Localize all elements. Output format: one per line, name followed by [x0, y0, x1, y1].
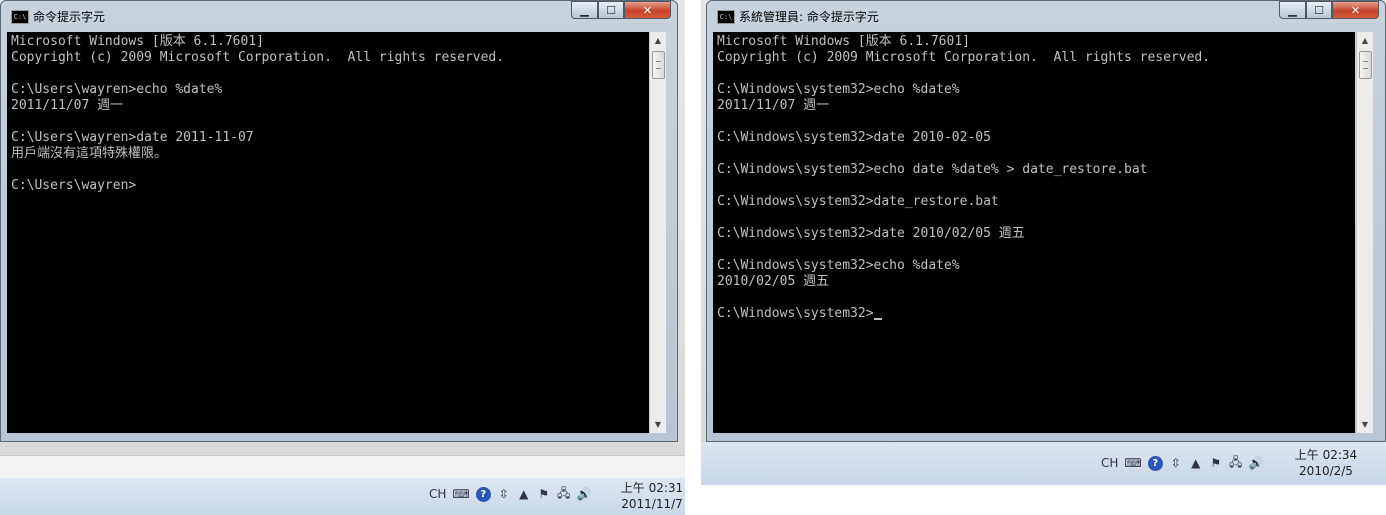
right-console-text: Microsoft Windows [版本 6.1.7601] Copyrigh…: [713, 32, 1355, 322]
right-taskbar: CH ⌨ ? ⇳ ▲ ⚑ 🖧 🔊 上午 02:34 2010/2/5: [701, 442, 1386, 485]
right-system-tray: CH ⌨ ? ⇳ ▲ ⚑ 🖧 🔊: [1101, 455, 1264, 471]
minimize-button[interactable]: ▁: [571, 1, 598, 19]
left-vertical-scrollbar[interactable]: ▲ ▼: [649, 32, 666, 433]
left-clock-time: 上午 02:31: [620, 481, 684, 495]
network-icon[interactable]: 🖧: [557, 486, 571, 502]
right-clock-time: 上午 02:34: [1294, 448, 1358, 462]
console-line: C:\Windows\system32>date 2010/02/05 週五: [717, 226, 1025, 241]
right-titlebar[interactable]: C:\ 系統管理員: 命令提示字元 ▁ ☐ ✕: [707, 1, 1385, 31]
console-line: 2011/11/07 週一: [717, 98, 830, 113]
console-line: C:\Users\wayren>date 2011-11-07: [11, 130, 254, 145]
action-center-flag-icon[interactable]: ⚑: [537, 486, 551, 502]
left-taskbar: CH ⌨ ? ⇳ ▲ ⚑ 🖧 🔊 上午 02:31 2011/11/7: [0, 478, 685, 515]
left-cmd-window: C:\ 命令提示字元 ▁ ☐ ✕ Microsoft Windows [版本 6…: [0, 0, 678, 442]
right-vertical-scrollbar[interactable]: ▲ ▼: [1356, 32, 1373, 433]
left-window-controls: ▁ ☐ ✕: [571, 1, 671, 19]
left-console-text: Microsoft Windows [版本 6.1.7601] Copyrigh…: [7, 32, 649, 194]
close-button[interactable]: ✕: [1332, 1, 1379, 19]
keyboard-icon[interactable]: ⌨: [452, 486, 469, 502]
volume-icon[interactable]: 🔊: [1249, 455, 1264, 471]
left-system-tray: CH ⌨ ? ⇳ ▲ ⚑ 🖧 🔊: [429, 486, 592, 502]
console-line: C:\Windows\system32>: [717, 306, 874, 321]
scroll-down-arrow-icon[interactable]: ▼: [1357, 416, 1373, 433]
console-line: 用戶端沒有這項特殊權限。: [11, 146, 168, 161]
show-hidden-icons-icon[interactable]: ▲: [1189, 455, 1203, 471]
console-line: Copyright (c) 2009 Microsoft Corporation…: [11, 50, 505, 65]
console-line: C:\Windows\system32>date_restore.bat: [717, 194, 999, 209]
ime-settings-icon[interactable]: ⇳: [497, 486, 511, 502]
maximize-button[interactable]: ☐: [598, 1, 624, 19]
right-window-title: 系統管理員: 命令提示字元: [739, 10, 879, 24]
maximize-button[interactable]: ☐: [1306, 1, 1332, 19]
right-screenshot: C:\ 系統管理員: 命令提示字元 ▁ ☐ ✕ Microsoft Window…: [701, 0, 1386, 485]
action-center-flag-icon[interactable]: ⚑: [1209, 455, 1223, 471]
ime-settings-icon[interactable]: ⇳: [1169, 455, 1183, 471]
keyboard-icon[interactable]: ⌨: [1124, 455, 1141, 471]
network-icon[interactable]: 🖧: [1229, 455, 1243, 471]
left-screenshot: C:\ 命令提示字元 ▁ ☐ ✕ Microsoft Windows [版本 6…: [0, 0, 685, 515]
right-cmd-window: C:\ 系統管理員: 命令提示字元 ▁ ☐ ✕ Microsoft Window…: [706, 0, 1386, 442]
text-cursor: [873, 318, 882, 320]
console-line: 2010/02/05 週五: [717, 274, 830, 289]
language-indicator[interactable]: CH: [429, 486, 446, 502]
console-line: 2011/11/07 週一: [11, 98, 124, 113]
console-line: Copyright (c) 2009 Microsoft Corporation…: [717, 50, 1211, 65]
console-line: C:\Users\wayren>: [11, 178, 137, 193]
volume-icon[interactable]: 🔊: [577, 486, 592, 502]
right-clock-date: 2010/2/5: [1299, 464, 1353, 478]
scroll-up-arrow-icon[interactable]: ▲: [650, 32, 666, 49]
scroll-up-arrow-icon[interactable]: ▲: [1357, 32, 1373, 49]
minimize-button[interactable]: ▁: [1279, 1, 1306, 19]
left-clock[interactable]: 上午 02:31 2011/11/7: [612, 480, 685, 512]
console-line: Microsoft Windows [版本 6.1.7601]: [11, 34, 264, 49]
scrollbar-thumb[interactable]: [652, 51, 665, 79]
cmd-app-icon[interactable]: C:\: [11, 10, 29, 24]
console-line: C:\Windows\system32>echo date %date% > d…: [717, 162, 1148, 177]
show-hidden-icons-icon[interactable]: ▲: [517, 486, 531, 502]
console-line: C:\Users\wayren>echo %date%: [11, 82, 223, 97]
console-line: C:\Windows\system32>echo %date%: [717, 82, 960, 97]
right-console-output[interactable]: Microsoft Windows [版本 6.1.7601] Copyrigh…: [713, 32, 1355, 433]
left-desktop-strip: [0, 455, 685, 478]
right-clock[interactable]: 上午 02:34 2010/2/5: [1286, 447, 1366, 479]
console-line: C:\Windows\system32>echo %date%: [717, 258, 960, 273]
console-line: C:\Windows\system32>date 2010-02-05: [717, 130, 991, 145]
left-titlebar[interactable]: C:\ 命令提示字元 ▁ ☐ ✕: [1, 1, 677, 31]
console-line: Microsoft Windows [版本 6.1.7601]: [717, 34, 970, 49]
left-console-output[interactable]: Microsoft Windows [版本 6.1.7601] Copyrigh…: [7, 32, 649, 433]
help-icon[interactable]: ?: [1147, 455, 1163, 471]
scroll-down-arrow-icon[interactable]: ▼: [650, 416, 666, 433]
close-button[interactable]: ✕: [624, 1, 671, 19]
language-indicator[interactable]: CH: [1101, 455, 1118, 471]
left-window-title: 命令提示字元: [33, 10, 106, 24]
right-window-controls: ▁ ☐ ✕: [1279, 1, 1379, 19]
scrollbar-thumb[interactable]: [1359, 51, 1372, 79]
cmd-app-icon[interactable]: C:\: [717, 10, 735, 24]
help-icon[interactable]: ?: [475, 486, 491, 502]
left-clock-date: 2011/11/7: [621, 497, 683, 511]
